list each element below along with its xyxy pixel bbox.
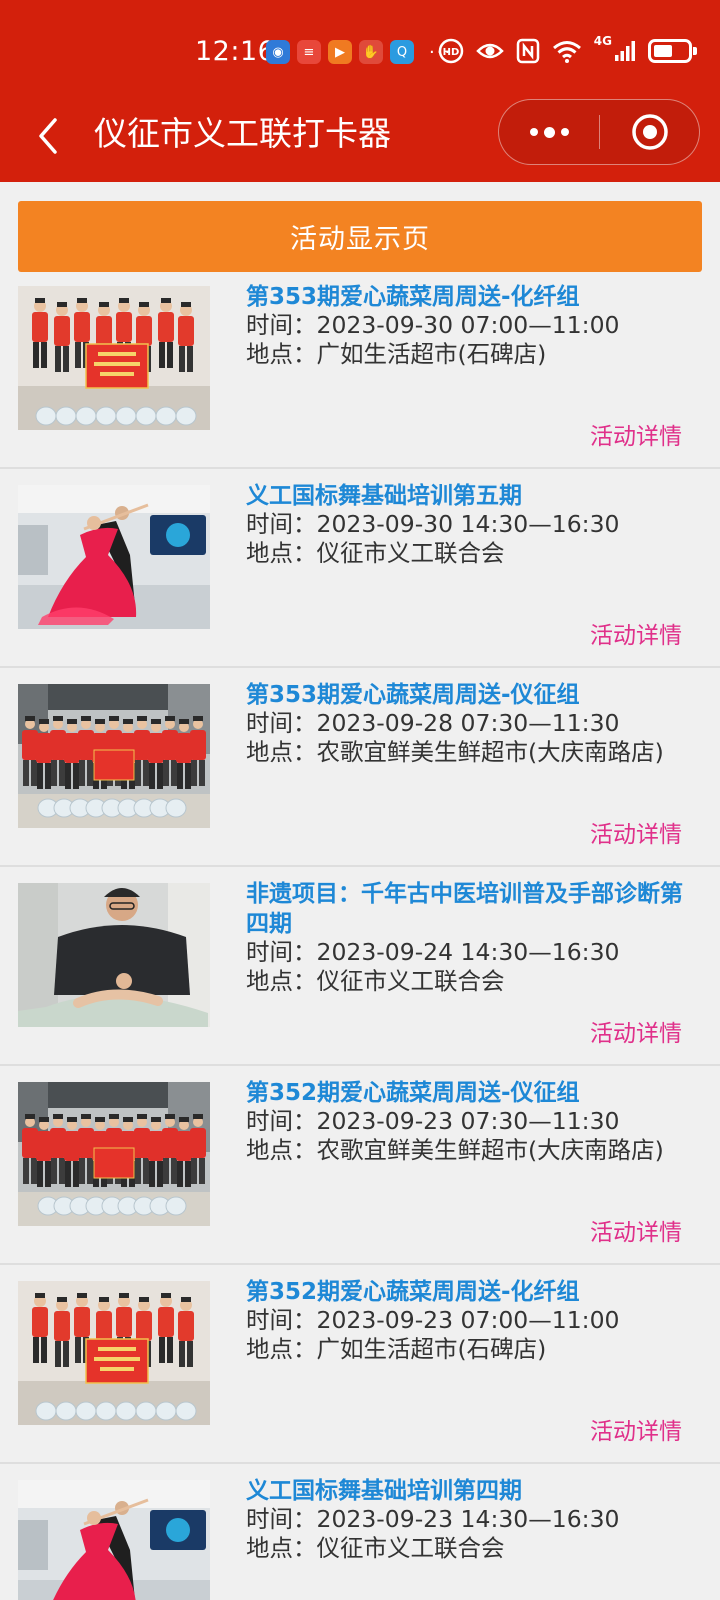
activity-list-item[interactable]: 第352期爱心蔬菜周周送-仪征组 时间：2023-09-23 07:30—11:3… xyxy=(0,1066,720,1265)
browser-app-icon: ◉ xyxy=(266,40,290,64)
supermarket-group-photo[interactable] xyxy=(18,684,210,828)
activity-list-item[interactable]: 第353期爱心蔬菜周周送-化纤组 时间：2023-09-30 07:00—11:0… xyxy=(0,270,720,469)
more-dot-icon xyxy=(543,126,555,138)
activity-list-item[interactable]: 义工国标舞基础培训第四期 时间：2023-09-23 14:30—16:30 地点：… xyxy=(0,1464,720,1600)
activity-title[interactable]: 义工国标舞基础培训第五期 xyxy=(246,481,696,511)
cellular-signal-icon: 4G xyxy=(594,34,636,62)
activity-list-item[interactable]: 第353期爱心蔬菜周周送-仪征组 时间：2023-09-28 07:30—11:3… xyxy=(0,668,720,867)
dance-photo[interactable] xyxy=(18,485,210,629)
activity-time: 时间：2023-09-30 07:00—11:00 xyxy=(246,311,620,339)
activity-time: 时间：2023-09-23 07:30—11:30 xyxy=(246,1107,620,1135)
activity-time: 时间：2023-09-24 14:30—16:30 xyxy=(246,938,620,966)
activity-detail-link[interactable]: 活动详情 xyxy=(590,621,682,651)
main-content: 活动显示页 第353期爱心蔬菜周周送-化纤组 时间：2023-09-30 07:0… xyxy=(0,182,720,1600)
activity-photo-image xyxy=(18,1082,210,1226)
navigation-bar: 仪征市义工联打卡器 xyxy=(0,99,720,182)
activity-location: 地点：广如生活超市(石碑店) xyxy=(246,1335,547,1363)
activity-detail-link[interactable]: 活动详情 xyxy=(590,820,682,850)
dance-photo[interactable] xyxy=(18,1480,210,1600)
battery-icon xyxy=(648,39,697,63)
activity-photo-image xyxy=(18,1281,210,1425)
video-app-icon: ▶ xyxy=(328,40,352,64)
activity-detail-link[interactable]: 活动详情 xyxy=(590,1417,682,1447)
activity-photo-image xyxy=(18,1480,210,1600)
app-header: 12:16 ◉ ≡ ▶ ✋ Q ··· HD 4G 仪征市义工联打卡器 xyxy=(0,0,720,182)
activity-list-item[interactable]: 义工国标舞基础培训第五期 时间：2023-09-30 14:30—16:30 地点：… xyxy=(0,469,720,668)
news-app-icon: ≡ xyxy=(297,40,321,64)
activity-detail-link[interactable]: 活动详情 xyxy=(590,1218,682,1248)
activity-photo-image xyxy=(18,883,210,1027)
page-title: 仪征市义工联打卡器 xyxy=(94,114,391,153)
hand-diagnosis-photo[interactable] xyxy=(18,883,210,1027)
target-close-icon xyxy=(631,114,668,150)
activity-location: 地点：仪征市义工联合会 xyxy=(246,967,505,995)
activity-location: 地点：仪征市义工联合会 xyxy=(246,1534,505,1562)
group-banner-photo[interactable] xyxy=(18,286,210,430)
close-miniprogram-button[interactable] xyxy=(600,100,699,164)
nfc-icon xyxy=(516,38,540,64)
more-menu-button[interactable] xyxy=(499,100,599,164)
group-banner-photo[interactable] xyxy=(18,1281,210,1425)
status-notification-icons: ◉ ≡ ▶ ✋ Q ··· xyxy=(266,40,452,64)
chevron-left-icon xyxy=(39,118,57,154)
activity-list: 第353期爱心蔬菜周周送-化纤组 时间：2023-09-30 07:00—11:0… xyxy=(0,270,720,1600)
status-system-icons: HD 4G xyxy=(438,34,697,64)
activity-photo-image xyxy=(18,485,210,629)
activity-location: 地点：农歌宜鲜美生鲜超市(大庆南路店) xyxy=(246,1136,664,1164)
activity-title[interactable]: 义工国标舞基础培训第四期 xyxy=(246,1476,696,1506)
volte-icon: HD xyxy=(438,38,464,64)
eye-icon xyxy=(476,40,504,62)
activity-title[interactable]: 第352期爱心蔬菜周周送-仪征组 xyxy=(246,1078,696,1108)
activity-time: 时间：2023-09-28 07:30—11:30 xyxy=(246,709,620,737)
back-button[interactable] xyxy=(20,108,76,164)
status-bar: 12:16 ◉ ≡ ▶ ✋ Q ··· HD 4G xyxy=(0,0,720,104)
activity-location: 地点：仪征市义工联合会 xyxy=(246,539,505,567)
activity-time: 时间：2023-09-30 14:30—16:30 xyxy=(246,510,620,538)
activity-time: 时间：2023-09-23 14:30—16:30 xyxy=(246,1505,620,1533)
miniprogram-capsule xyxy=(498,99,700,165)
more-dot-icon xyxy=(560,128,569,136)
activity-detail-link[interactable]: 活动详情 xyxy=(590,422,682,452)
svg-text:HD: HD xyxy=(442,47,459,58)
activity-display-page-button[interactable]: 活动显示页 xyxy=(18,201,702,272)
activity-title[interactable]: 第352期爱心蔬菜周周送-化纤组 xyxy=(246,1277,696,1307)
activity-photo-image xyxy=(18,286,210,430)
activity-title[interactable]: 非遗项目：千年古中医培训普及手部诊断第四期 xyxy=(246,879,696,939)
battery-level xyxy=(654,45,672,57)
activity-list-item[interactable]: 非遗项目：千年古中医培训普及手部诊断第四期 时间：2023-09-24 14:30… xyxy=(0,867,720,1066)
activity-location: 地点：广如生活超市(石碑店) xyxy=(246,340,547,368)
wifi-icon xyxy=(552,39,582,63)
activity-location: 地点：农歌宜鲜美生鲜超市(大庆南路店) xyxy=(246,738,664,766)
activity-time: 时间：2023-09-23 07:00—11:00 xyxy=(246,1306,620,1334)
search-app-icon: Q xyxy=(390,40,414,64)
status-time: 12:16 xyxy=(195,36,276,67)
activity-title[interactable]: 第353期爱心蔬菜周周送-化纤组 xyxy=(246,282,696,312)
network-type-label: 4G xyxy=(593,34,612,48)
hand-app-icon: ✋ xyxy=(359,40,383,64)
activity-list-item[interactable]: 第352期爱心蔬菜周周送-化纤组 时间：2023-09-23 07:00—11:0… xyxy=(0,1265,720,1464)
supermarket-group-photo[interactable] xyxy=(18,1082,210,1226)
more-dot-icon xyxy=(529,128,538,136)
activity-photo-image xyxy=(18,684,210,828)
activity-title[interactable]: 第353期爱心蔬菜周周送-仪征组 xyxy=(246,680,696,710)
activity-detail-link[interactable]: 活动详情 xyxy=(590,1019,682,1049)
